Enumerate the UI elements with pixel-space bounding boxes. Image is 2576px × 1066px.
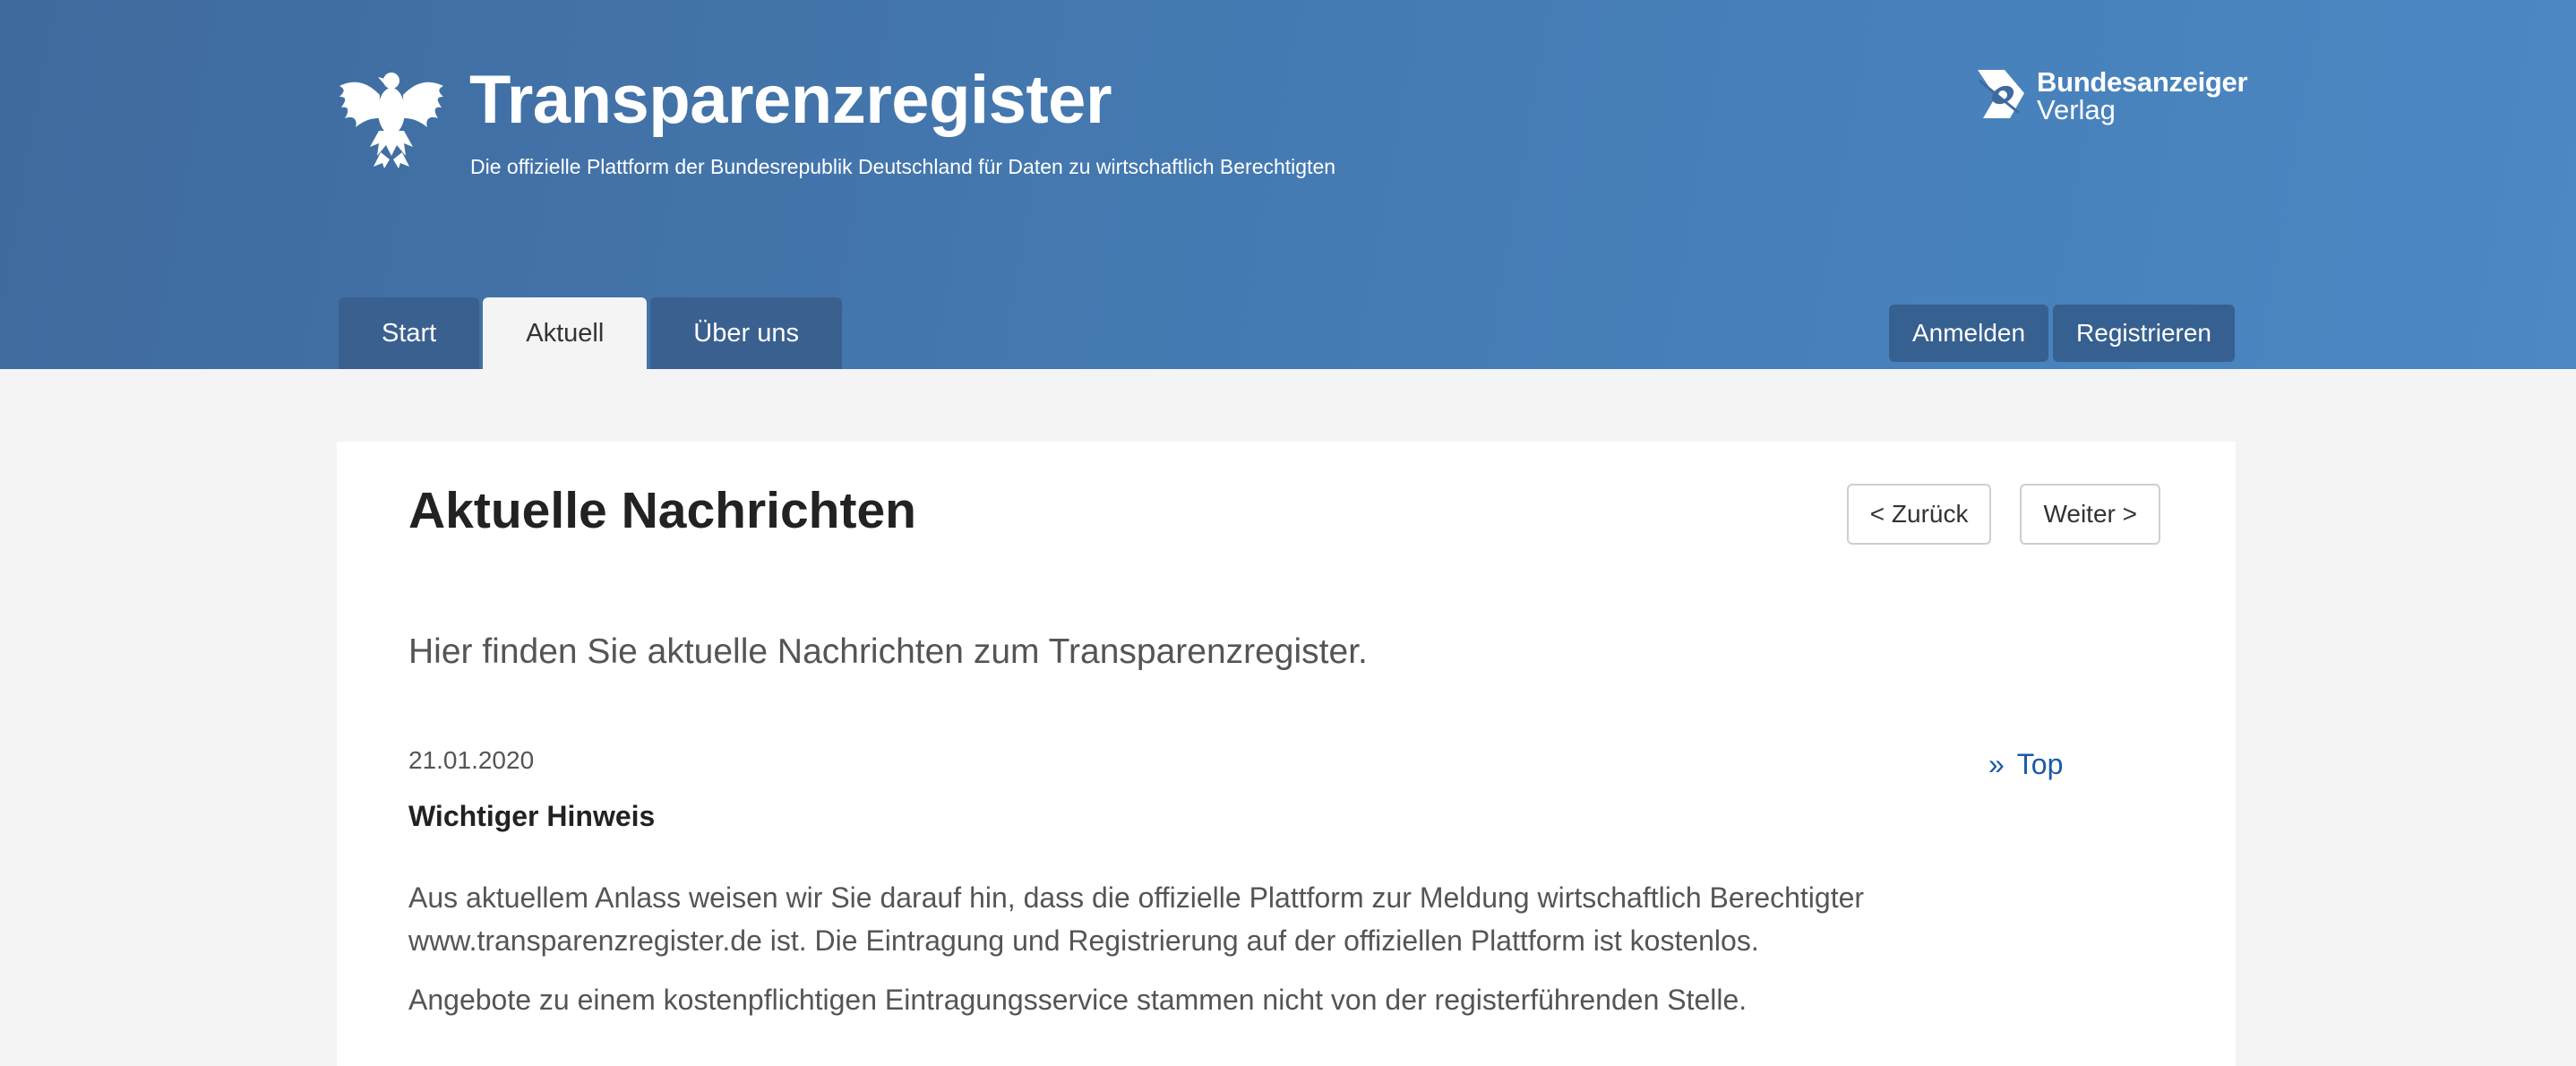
top-link[interactable]: » Top: [1988, 748, 2063, 781]
main-nav-tabs: Start Aktuell Über uns: [339, 297, 842, 369]
top-link-label: Top: [2016, 748, 2064, 780]
next-button[interactable]: Weiter >: [2020, 484, 2160, 545]
back-button[interactable]: < Zurück: [1846, 484, 1992, 545]
site-subtitle: Die offizielle Plattform der Bundesrepub…: [470, 155, 1336, 178]
register-button[interactable]: Registrieren: [2053, 305, 2235, 362]
site-title[interactable]: Transparenzregister: [469, 61, 1112, 139]
intro-text: Hier finden Sie aktuelle Nachrichten zum…: [408, 632, 1368, 671]
federal-eagle-icon[interactable]: [337, 66, 446, 170]
news-paragraph: Angebote zu einem kostenpflichtigen Eint…: [408, 984, 1747, 1016]
bundesanzeiger-logo-icon: [1978, 70, 2024, 118]
auth-buttons: Anmelden Registrieren: [1888, 305, 2235, 362]
publisher-subname: Verlag: [2037, 94, 2116, 125]
login-button[interactable]: Anmelden: [1888, 305, 2049, 362]
news-paragraph: Aus aktuellem Anlass weisen wir Sie dara…: [408, 881, 1865, 957]
news-body: Aus aktuellem Anlass weisen wir Sie dara…: [408, 876, 2021, 1021]
news-card: Aktuelle Nachrichten < Zurück Weiter > H…: [337, 442, 2236, 1066]
news-date: 21.01.2020: [408, 746, 535, 774]
page-title: Aktuelle Nachrichten: [408, 482, 916, 539]
tab-aktuell[interactable]: Aktuell: [483, 297, 648, 369]
tab-ueber-uns[interactable]: Über uns: [650, 297, 842, 369]
double-chevron-right-icon: »: [1988, 748, 2005, 780]
news-title: Wichtiger Hinweis: [408, 800, 656, 832]
tab-start[interactable]: Start: [339, 297, 480, 369]
site-header: Transparenzregister Die offizielle Platt…: [0, 0, 2576, 369]
pager: < Zurück Weiter >: [1846, 484, 2160, 545]
